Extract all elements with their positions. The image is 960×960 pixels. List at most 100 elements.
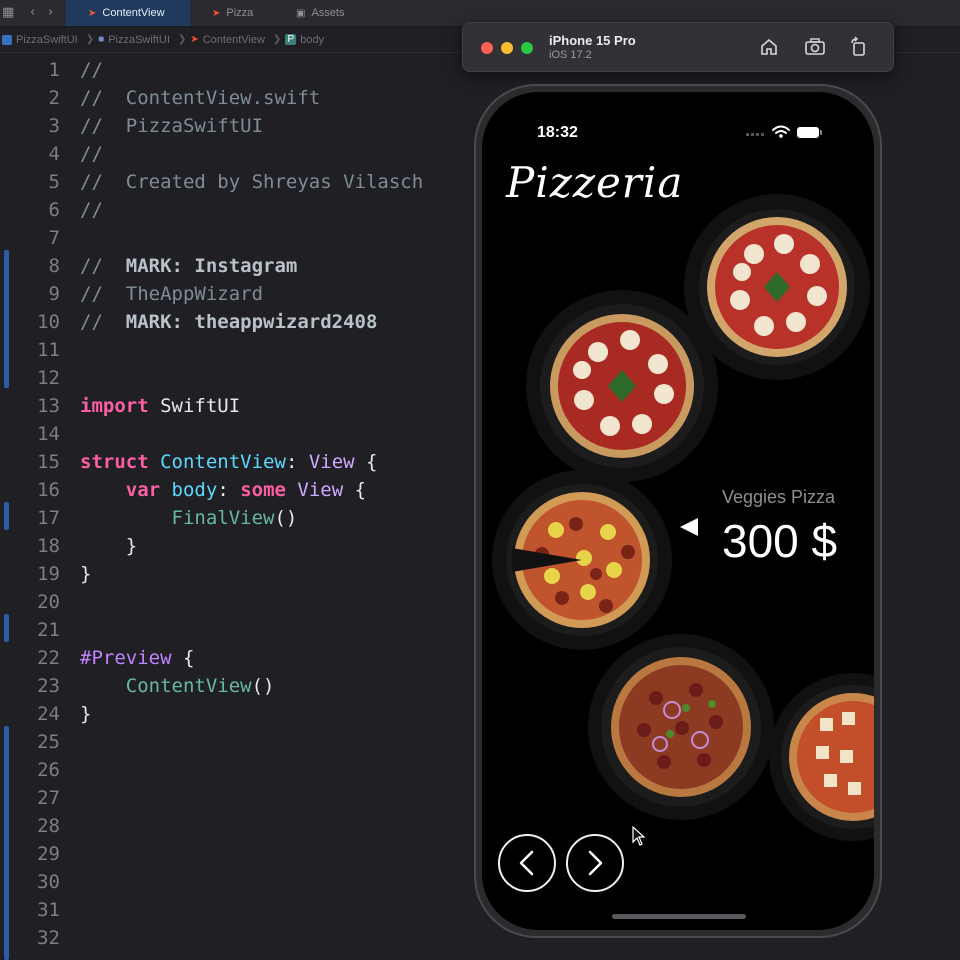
breadcrumb-project[interactable]: PizzaSwiftUI <box>2 34 78 46</box>
line-number: 25 <box>37 731 60 753</box>
home-indicator[interactable] <box>612 914 746 919</box>
code-text: #Preview { <box>80 644 194 672</box>
line-number: 22 <box>37 647 60 669</box>
iphone-frame: 18:32 Pizzeria Veggies Pizza 300 $ <box>474 84 882 938</box>
line-number: 11 <box>37 339 60 361</box>
code-token: MARK: Instagram <box>125 255 298 277</box>
code-token: : <box>285 451 309 473</box>
code-text: // <box>80 56 103 84</box>
line-number: 12 <box>37 367 60 389</box>
line-number: 26 <box>37 759 60 781</box>
code-token: // PizzaSwiftUI <box>80 115 264 137</box>
line-number: 23 <box>37 675 60 697</box>
line-number: 10 <box>37 311 60 333</box>
code-text: // MARK: theappwizard2408 <box>80 308 377 336</box>
tab-assets[interactable]: ▣ Assets <box>296 0 344 26</box>
line-number: 9 <box>48 283 60 305</box>
code-token: { <box>354 451 378 473</box>
code-token: View <box>297 479 344 501</box>
code-text: // ContentView.swift <box>80 84 320 112</box>
line-number: 17 <box>37 507 60 529</box>
code-token: // Created by Shreyas Vilasch <box>80 171 424 193</box>
cellular-icon <box>746 133 764 136</box>
line-number: 13 <box>37 395 60 417</box>
line-number: 27 <box>37 787 60 809</box>
line-number: 6 <box>48 199 60 221</box>
pizza-supreme[interactable] <box>586 632 776 822</box>
tab-pizza[interactable]: ➤ Pizza <box>212 0 253 26</box>
code-text: ContentView() <box>80 672 275 700</box>
folder-icon: ■ <box>98 34 105 45</box>
line-number: 16 <box>37 479 60 501</box>
line-number: 14 <box>37 423 60 445</box>
code-token: struct <box>80 451 149 473</box>
breadcrumb-folder[interactable]: ■ PizzaSwiftUI <box>98 34 170 46</box>
project-icon <box>2 34 12 45</box>
line-number: 21 <box>37 619 60 641</box>
code-text: struct ContentView: View { <box>80 448 377 476</box>
code-token: ContentView <box>160 451 286 473</box>
wifi-icon <box>772 125 790 134</box>
swift-icon: ➤ <box>190 34 199 45</box>
status-time: 18:32 <box>537 124 578 141</box>
code-token: } <box>80 535 138 557</box>
code-token: MARK: theappwizard2408 <box>125 311 378 333</box>
property-icon: P <box>285 34 297 45</box>
zoom-window-button[interactable] <box>521 42 533 54</box>
code-token: View <box>308 451 355 473</box>
line-number: 2 <box>48 87 60 109</box>
code-token: FinalView <box>171 507 275 529</box>
code-token: () <box>274 507 298 529</box>
breadcrumb-symbol[interactable]: P body <box>285 34 324 46</box>
home-icon[interactable] <box>757 35 781 59</box>
line-number: 19 <box>37 563 60 585</box>
status-indicators <box>744 122 834 142</box>
tab-label: Pizza <box>226 7 254 19</box>
close-window-button[interactable] <box>481 42 493 54</box>
line-number: 3 <box>48 115 60 137</box>
minimize-window-button[interactable] <box>501 42 513 54</box>
code-token: // <box>80 143 103 165</box>
mouse-cursor-icon <box>632 825 646 846</box>
next-button[interactable] <box>566 834 624 892</box>
code-token: ContentView <box>125 675 252 697</box>
code-token: // <box>80 59 103 81</box>
code-token: } <box>80 703 92 725</box>
code-token: SwiftUI <box>148 395 241 417</box>
code-text: // <box>80 140 103 168</box>
line-number: 24 <box>37 703 60 725</box>
pizza-margherita[interactable] <box>524 288 720 484</box>
breadcrumb-label: PizzaSwiftUI <box>16 33 78 46</box>
screenshot-icon[interactable] <box>803 35 827 59</box>
code-text: // Created by Shreyas Vilasch <box>80 168 423 196</box>
forward-arrow-icon[interactable]: › <box>48 5 53 20</box>
code-text: // TheAppWizard <box>80 280 263 308</box>
code-token: // <box>80 199 103 221</box>
line-number: 30 <box>37 871 60 893</box>
pizza-paneer[interactable] <box>768 672 874 842</box>
code-text: } <box>80 560 91 588</box>
chevron-right-icon: ❯ <box>85 34 95 45</box>
grid-icon[interactable]: ▦ <box>2 5 14 20</box>
code-token: { <box>171 647 195 669</box>
rotate-icon[interactable] <box>847 35 871 59</box>
back-arrow-icon[interactable]: ‹ <box>30 5 35 20</box>
breadcrumb-label: body <box>300 33 325 46</box>
app-title: Pizzeria <box>506 158 684 207</box>
assets-icon: ▣ <box>296 7 306 19</box>
pizza-veggies-selected[interactable] <box>490 468 674 652</box>
line-number: 15 <box>37 451 60 473</box>
breadcrumb-file[interactable]: ➤ ContentView <box>190 34 265 46</box>
selected-pizza-name: Veggies Pizza <box>722 487 836 507</box>
line-number: 18 <box>37 535 60 557</box>
previous-button[interactable] <box>498 834 556 892</box>
simulator-os-version: iOS 17.2 <box>549 49 592 61</box>
chevron-right-icon: ❯ <box>177 34 187 45</box>
line-number: 4 <box>48 143 60 165</box>
breadcrumb-label: ContentView <box>202 33 265 46</box>
selection-pointer-icon <box>680 518 698 536</box>
phone-screen: 18:32 Pizzeria Veggies Pizza 300 $ <box>482 92 874 930</box>
tab-contentview[interactable]: ➤ ContentView <box>66 0 190 26</box>
